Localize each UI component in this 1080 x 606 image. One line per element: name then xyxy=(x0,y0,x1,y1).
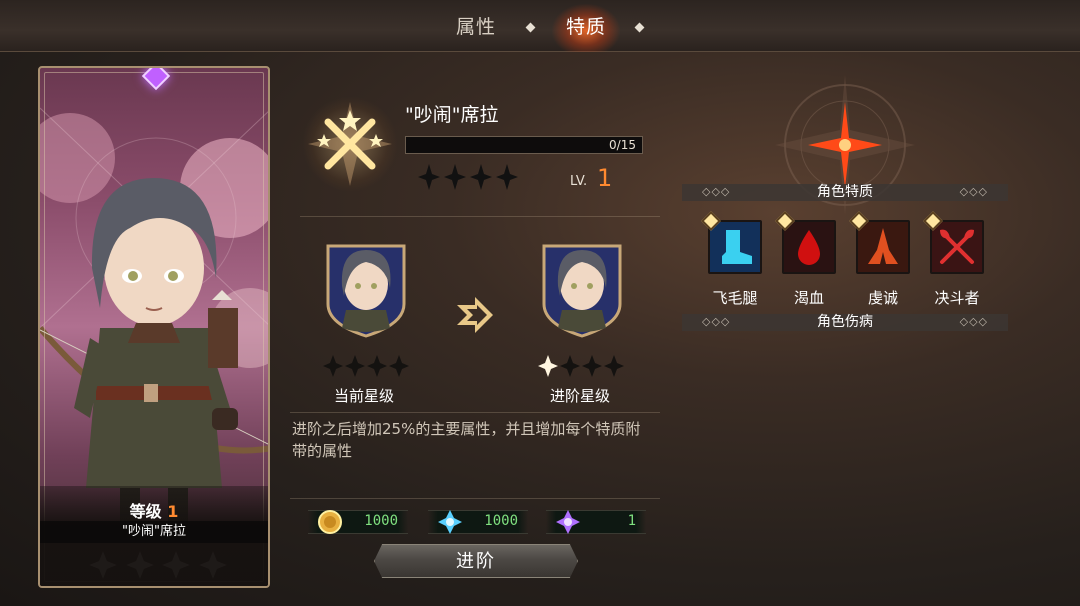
header-dots-left: ◇◇◇ xyxy=(702,315,731,328)
divider xyxy=(290,412,660,413)
star-filled-icon xyxy=(538,355,558,377)
experience-bar: 0/15 xyxy=(405,136,643,154)
crossed-swords-stars-icon xyxy=(308,102,392,186)
tab-attributes[interactable]: 属性 xyxy=(456,12,496,39)
star-empty-icon xyxy=(345,355,365,377)
advance-arrow-icon xyxy=(457,297,493,333)
star-empty-icon xyxy=(323,355,343,377)
cost-gold-value: 1000 xyxy=(364,513,398,529)
traits-section-header: ◇◇◇ 角色特质 ◇◇◇ xyxy=(682,184,1008,201)
trait-duelist[interactable] xyxy=(923,211,984,274)
star-empty-icon xyxy=(125,551,154,579)
gold-coin-icon xyxy=(318,510,342,534)
header-dots-right: ◇◇◇ xyxy=(959,185,988,198)
card-level: 等级 1 xyxy=(40,498,268,522)
trait-label: 渴血 xyxy=(793,289,824,307)
tab-traits[interactable]: 特质 xyxy=(566,12,606,39)
level-label: LV. xyxy=(570,174,588,189)
star-empty-icon xyxy=(470,164,492,190)
star-empty-icon xyxy=(89,551,117,579)
cost-blue-crystal: 1000 xyxy=(428,510,528,534)
trait-emblem xyxy=(302,96,398,192)
card-character-name: "吵闹"席拉 xyxy=(40,521,268,543)
trait-label: 飞毛腿 xyxy=(712,289,758,307)
trait-label: 决斗者 xyxy=(934,289,980,307)
next-star-label: 进阶星级 xyxy=(550,387,611,405)
cost-gold: 1000 xyxy=(308,510,408,534)
trait-bloodthirst[interactable] xyxy=(775,211,836,274)
crossed-axes-icon xyxy=(940,229,974,264)
current-star-portrait xyxy=(324,238,408,338)
injury-section-header: ◇◇◇ 角色伤病 ◇◇◇ xyxy=(682,314,1008,331)
cost-purple-crystal: 1 xyxy=(546,510,646,534)
tab-separator-dot xyxy=(525,22,536,33)
divider xyxy=(300,216,660,217)
trait-label: 虔诚 xyxy=(867,289,898,307)
character-star-rating xyxy=(418,164,518,190)
cost-purple-crystal-value: 1 xyxy=(627,513,636,529)
advance-button[interactable]: 进阶 xyxy=(374,544,578,578)
divider xyxy=(290,498,660,499)
current-star-rating xyxy=(323,355,409,377)
star-empty-icon xyxy=(444,164,466,190)
star-empty-icon xyxy=(162,551,191,579)
current-star-label: 当前星级 xyxy=(334,387,395,405)
star-empty-icon xyxy=(496,164,518,190)
level-value: 1 xyxy=(597,164,613,192)
character-card: 等级 1 "吵闹"席拉 xyxy=(38,66,270,588)
card-level-label: 等级 xyxy=(129,502,162,521)
star-empty-icon xyxy=(560,355,580,377)
trait-swift-feet[interactable] xyxy=(701,211,762,274)
trait-piety[interactable] xyxy=(849,211,910,274)
card-level-value: 1 xyxy=(167,502,179,521)
praying-hands-icon xyxy=(868,228,898,264)
tab-separator-dot xyxy=(634,22,645,33)
star-empty-icon xyxy=(582,355,602,377)
top-tab-bar: 属性 特质 xyxy=(0,0,1080,52)
traits-section-title: 角色特质 xyxy=(817,184,873,200)
star-empty-icon xyxy=(367,355,387,377)
header-dots-right: ◇◇◇ xyxy=(959,315,988,328)
card-star-rating xyxy=(88,550,228,580)
star-empty-icon xyxy=(389,355,409,377)
character-portrait-shield xyxy=(326,244,406,338)
experience-text: 0/15 xyxy=(609,138,636,152)
blood-drop-icon xyxy=(798,230,820,265)
next-star-portrait xyxy=(540,238,624,338)
header-dots-left: ◇◇◇ xyxy=(702,185,731,198)
character-portrait-shield xyxy=(542,244,622,338)
boot-icon xyxy=(722,230,752,264)
advance-description: 进阶之后增加25%的主要属性，并且增加每个特质附带的属性 xyxy=(292,420,641,460)
star-empty-icon xyxy=(198,551,227,579)
star-empty-icon xyxy=(418,164,440,190)
cost-blue-crystal-value: 1000 xyxy=(484,513,518,529)
next-star-rating xyxy=(538,355,624,377)
character-name: "吵闹"席拉 xyxy=(405,104,499,126)
injury-section-title: 角色伤病 xyxy=(817,314,873,330)
purple-crystal-icon xyxy=(556,510,580,534)
blue-crystal-icon xyxy=(438,510,462,534)
star-empty-icon xyxy=(604,355,624,377)
